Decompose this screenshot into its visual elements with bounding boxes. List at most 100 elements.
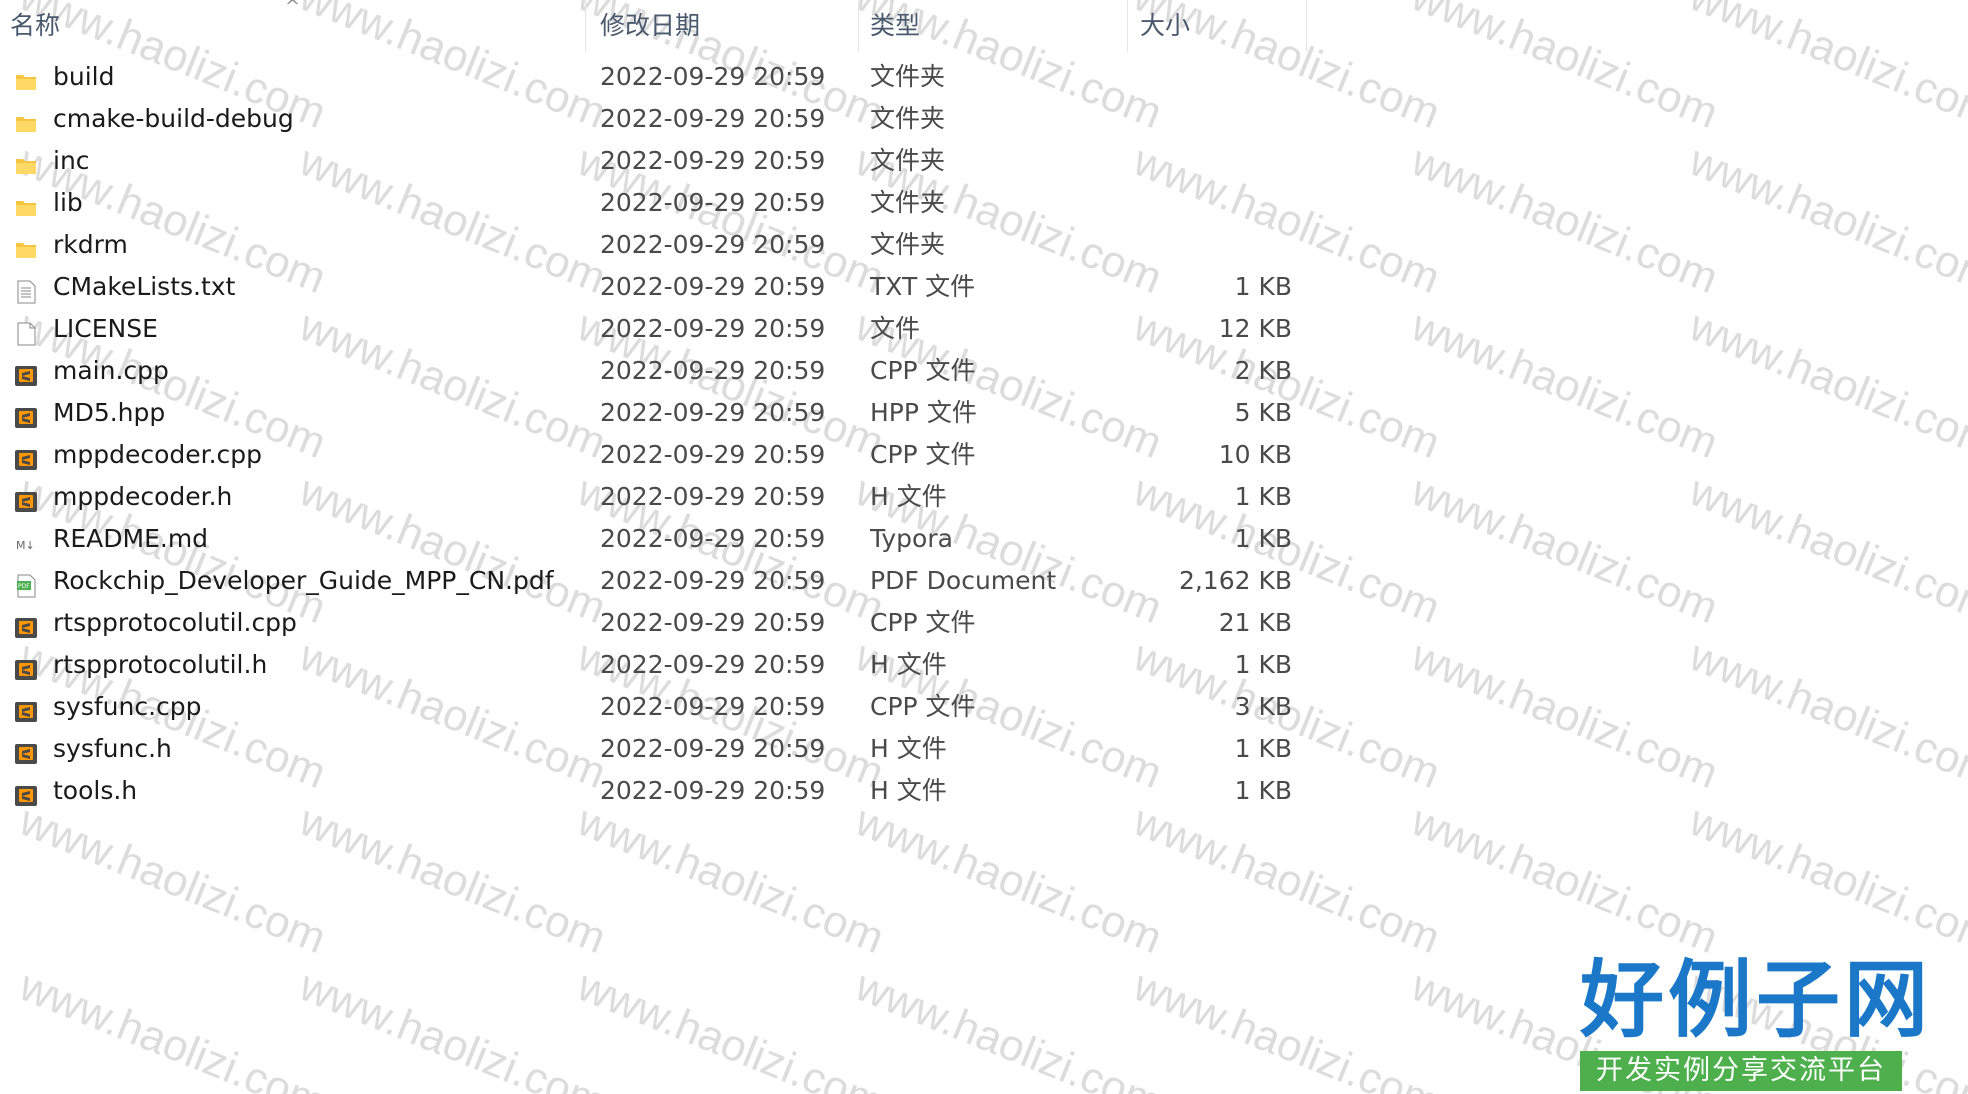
file-row[interactable]: LICENSE 2022-09-29 20:59 文件 12 KB — [0, 308, 1310, 350]
file-size: 1 KB — [1234, 482, 1292, 511]
file-name: sysfunc.cpp — [53, 692, 202, 721]
file-type: 文件夹 — [870, 104, 946, 133]
file-row[interactable]: inc 2022-09-29 20:59 文件夹 — [0, 140, 1310, 182]
file-row[interactable]: sysfunc.cpp 2022-09-29 20:59 CPP 文件 3 KB — [0, 686, 1310, 728]
column-divider[interactable] — [585, 0, 586, 52]
file-row[interactable]: main.cpp 2022-09-29 20:59 CPP 文件 2 KB — [0, 350, 1310, 392]
file-type: 文件夹 — [870, 188, 946, 217]
column-divider[interactable] — [858, 0, 859, 52]
file-type: Typora — [870, 524, 953, 553]
file-row[interactable]: build 2022-09-29 20:59 文件夹 — [0, 56, 1310, 98]
file-type: TXT 文件 — [870, 272, 976, 301]
file-size: 2 KB — [1234, 356, 1292, 385]
watermark-text: www.haolizi.com — [1404, 630, 1725, 799]
file-row[interactable]: M↓ README.md 2022-09-29 20:59 Typora 1 KB — [0, 518, 1310, 560]
file-row[interactable]: rtspprotocolutil.cpp 2022-09-29 20:59 CPP … — [0, 602, 1310, 644]
file-type: CPP 文件 — [870, 608, 976, 637]
watermark-text: www.haolizi.com — [12, 960, 333, 1094]
file-size: 2,162 KB — [1178, 566, 1292, 595]
file-modified-date: 2022-09-29 20:59 — [600, 104, 826, 133]
folder-icon — [14, 191, 38, 216]
watermark-text: www.haolizi.com — [570, 795, 891, 964]
column-header: ^ 名称 修改日期 类型 大小 — [0, 0, 1310, 52]
sublime-file-icon — [14, 401, 38, 428]
sublime-file-icon — [14, 653, 38, 680]
file-type: H 文件 — [870, 776, 947, 805]
sublime-file-icon — [14, 485, 38, 512]
file-modified-date: 2022-09-29 20:59 — [600, 566, 826, 595]
pdf-file-icon: PDF — [14, 569, 38, 598]
column-modified-header[interactable]: 修改日期 — [590, 0, 860, 52]
file-size: 5 KB — [1234, 398, 1292, 427]
file-name: README.md — [53, 524, 209, 553]
watermark-text: www.haolizi.com — [1126, 795, 1447, 964]
svg-text:M↓: M↓ — [16, 539, 35, 552]
file-modified-date: 2022-09-29 20:59 — [600, 230, 826, 259]
file-row[interactable]: PDF Rockchip_Developer_Guide_MPP_CN.pdf 20… — [0, 560, 1310, 602]
sublime-file-icon — [14, 443, 38, 470]
file-type: 文件夹 — [870, 62, 946, 91]
file-modified-date: 2022-09-29 20:59 — [600, 692, 826, 721]
file-type: 文件夹 — [870, 230, 946, 259]
file-row[interactable]: lib 2022-09-29 20:59 文件夹 — [0, 182, 1310, 224]
file-row[interactable]: mppdecoder.h 2022-09-29 20:59 H 文件 1 KB — [0, 476, 1310, 518]
file-modified-date: 2022-09-29 20:59 — [600, 440, 826, 469]
folder-icon — [14, 233, 38, 258]
file-type: CPP 文件 — [870, 440, 976, 469]
file-name: LICENSE — [53, 314, 158, 343]
file-type: HPP 文件 — [870, 398, 977, 427]
watermark-text: www.haolizi.com — [1682, 300, 1968, 469]
watermark-text: www.haolizi.com — [1404, 465, 1725, 634]
blank-file-icon — [14, 317, 38, 346]
file-row[interactable]: CMakeLists.txt 2022-09-29 20:59 TXT 文件 1 KB — [0, 266, 1310, 308]
file-name: lib — [53, 188, 83, 217]
column-name-header[interactable]: 名称 — [0, 0, 585, 52]
column-divider[interactable] — [1127, 0, 1128, 52]
text-file-icon — [14, 275, 38, 304]
file-modified-date: 2022-09-29 20:59 — [600, 314, 826, 343]
logo-subtitle: 开发实例分享交流平台 — [1580, 1051, 1902, 1091]
sublime-file-icon — [14, 695, 38, 722]
file-modified-date: 2022-09-29 20:59 — [600, 734, 826, 763]
file-row[interactable]: sysfunc.h 2022-09-29 20:59 H 文件 1 KB — [0, 728, 1310, 770]
sublime-file-icon — [14, 779, 38, 806]
column-size-header[interactable]: 大小 — [1130, 0, 1306, 52]
file-name: cmake-build-debug — [53, 104, 294, 133]
file-modified-date: 2022-09-29 20:59 — [600, 356, 826, 385]
file-name: Rockchip_Developer_Guide_MPP_CN.pdf — [53, 566, 554, 595]
file-row[interactable]: rtspprotocolutil.h 2022-09-29 20:59 H 文件 1 … — [0, 644, 1310, 686]
file-name: inc — [53, 146, 90, 175]
logo-title: 好例子网 — [1580, 951, 1933, 1049]
file-row[interactable]: cmake-build-debug 2022-09-29 20:59 文件夹 — [0, 98, 1310, 140]
watermark-text: www.haolizi.com — [292, 960, 613, 1094]
markdown-file-icon: M↓ — [14, 527, 38, 552]
sublime-file-icon — [14, 611, 38, 638]
column-type-header[interactable]: 类型 — [860, 0, 1128, 52]
file-row[interactable]: rkdrm 2022-09-29 20:59 文件夹 — [0, 224, 1310, 266]
file-modified-date: 2022-09-29 20:59 — [600, 608, 826, 637]
file-size — [1140, 140, 1292, 182]
folder-icon — [14, 149, 38, 174]
file-size: 1 KB — [1234, 524, 1292, 553]
watermark-text: www.haolizi.com — [1404, 135, 1725, 304]
file-type: PDF Document — [870, 566, 1057, 595]
file-row[interactable]: tools.h 2022-09-29 20:59 H 文件 1 KB — [0, 770, 1310, 812]
file-row[interactable]: MD5.hpp 2022-09-29 20:59 HPP 文件 5 KB — [0, 392, 1310, 434]
file-type: H 文件 — [870, 734, 947, 763]
file-size: 10 KB — [1218, 440, 1292, 469]
file-size — [1140, 182, 1292, 224]
file-row[interactable]: mppdecoder.cpp 2022-09-29 20:59 CPP 文件 10 K… — [0, 434, 1310, 476]
file-name: mppdecoder.cpp — [53, 440, 263, 469]
site-logo: 好例子网 开发实例分享交流平台 — [1580, 955, 1932, 1091]
watermark-text: www.haolizi.com — [848, 795, 1169, 964]
file-modified-date: 2022-09-29 20:59 — [600, 398, 826, 427]
watermark-text: www.haolizi.com — [1682, 795, 1968, 964]
file-modified-date: 2022-09-29 20:59 — [600, 650, 826, 679]
file-name: MD5.hpp — [53, 398, 166, 427]
file-name: CMakeLists.txt — [53, 272, 236, 301]
file-type: CPP 文件 — [870, 692, 976, 721]
watermark-text: www.haolizi.com — [1682, 135, 1968, 304]
file-size: 12 KB — [1218, 314, 1292, 343]
watermark-text: www.haolizi.com — [1126, 960, 1447, 1094]
column-divider[interactable] — [1306, 0, 1307, 52]
